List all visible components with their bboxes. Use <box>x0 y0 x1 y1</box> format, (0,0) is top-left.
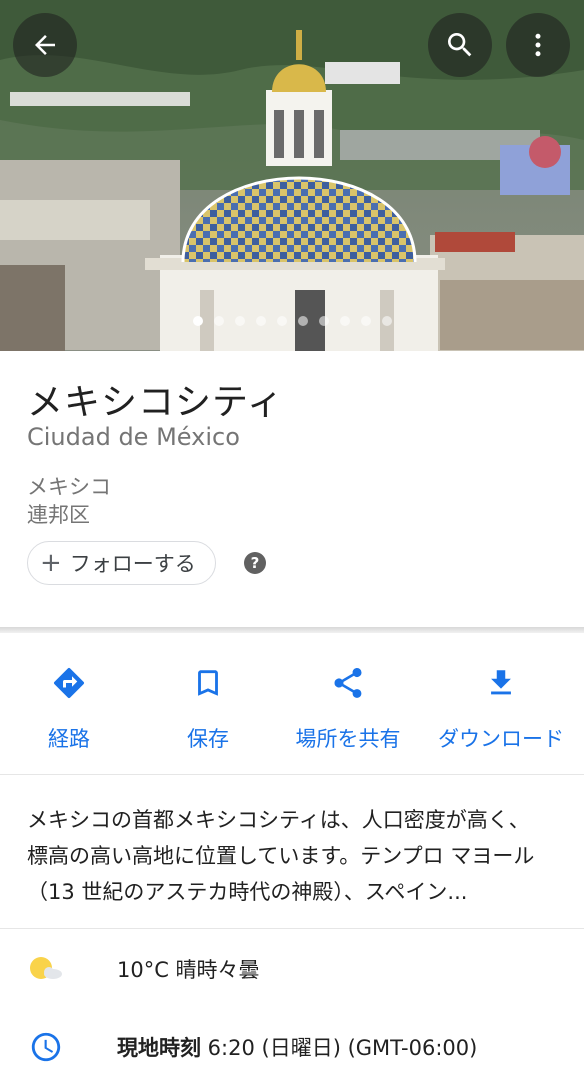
weather-text: 10°C 晴時々曇 <box>117 958 260 982</box>
help-icon[interactable]: ? <box>244 552 266 574</box>
local-time-value: 6:20 (日曜日) (GMT-06:00) <box>201 1036 478 1060</box>
place-title-card: メキシコシティ Ciudad de México メキシコ 連邦区 + フォロー… <box>0 351 584 627</box>
weather-partly-cloudy-icon <box>28 951 64 987</box>
download-button[interactable]: ダウンロード <box>428 661 574 753</box>
place-description[interactable]: メキシコの首都メキシコシティは、人口密度が高く、 標高の高い高地に位置しています… <box>0 776 584 929</box>
local-time-row[interactable]: 現地時刻 6:20 (日曜日) (GMT-06:00) <box>0 1012 584 1077</box>
carousel-dot[interactable] <box>255 316 266 326</box>
place-name: メキシコシティ <box>27 382 284 423</box>
place-photo <box>0 0 584 351</box>
save-label: 保存 <box>187 727 229 751</box>
share-place-button[interactable]: 場所を共有 <box>275 661 421 753</box>
action-row: 経路 保存 場所を共有 ダウンロード <box>0 633 584 775</box>
follow-button[interactable]: + フォローする <box>27 541 216 585</box>
carousel-dot[interactable] <box>192 316 203 326</box>
save-button[interactable]: 保存 <box>135 661 281 753</box>
more-options-button[interactable] <box>506 13 570 77</box>
place-native-name: Ciudad de México <box>27 423 240 451</box>
share-icon <box>334 667 362 698</box>
carousel-dot[interactable] <box>318 316 329 326</box>
carousel-dot[interactable] <box>297 316 308 326</box>
download-icon <box>491 670 511 695</box>
carousel-dot[interactable] <box>339 316 350 326</box>
place-country: メキシコ <box>27 475 111 499</box>
description-line: 標高の高い高地に位置しています。テンプロ マヨール <box>27 844 535 868</box>
local-time-text: 現地時刻 6:20 (日曜日) (GMT-06:00) <box>117 1032 477 1062</box>
description-line: （13 世紀のアステカ時代の神殿）、スペイン... <box>27 880 468 904</box>
arrow-back-icon <box>35 35 55 55</box>
plus-icon: + <box>40 548 62 578</box>
search-button[interactable] <box>428 13 492 77</box>
directions-button[interactable]: 経路 <box>0 661 142 753</box>
carousel-dot[interactable] <box>276 316 287 326</box>
more-vert-icon <box>535 33 541 57</box>
share-label: 場所を共有 <box>295 727 401 751</box>
carousel-dot[interactable] <box>234 316 245 326</box>
local-time-label: 現地時刻 <box>117 1036 201 1060</box>
search-icon <box>448 33 472 57</box>
bookmark-icon <box>198 670 218 696</box>
hero-photo-carousel[interactable] <box>0 0 584 351</box>
carousel-dot[interactable] <box>360 316 371 326</box>
weather-row[interactable]: 10°C 晴時々曇 <box>0 934 584 1004</box>
download-label: ダウンロード <box>438 727 564 751</box>
back-button[interactable] <box>13 13 77 77</box>
place-region: 連邦区 <box>27 503 90 527</box>
directions-label: 経路 <box>48 727 90 751</box>
description-line: メキシコの首都メキシコシティは、人口密度が高く、 <box>27 808 530 832</box>
carousel-dot[interactable] <box>213 316 224 326</box>
directions-icon <box>53 667 85 699</box>
carousel-indicator <box>0 316 584 326</box>
follow-button-label: フォローする <box>69 552 196 576</box>
carousel-dot[interactable] <box>381 316 392 326</box>
clock-icon <box>28 1029 64 1065</box>
